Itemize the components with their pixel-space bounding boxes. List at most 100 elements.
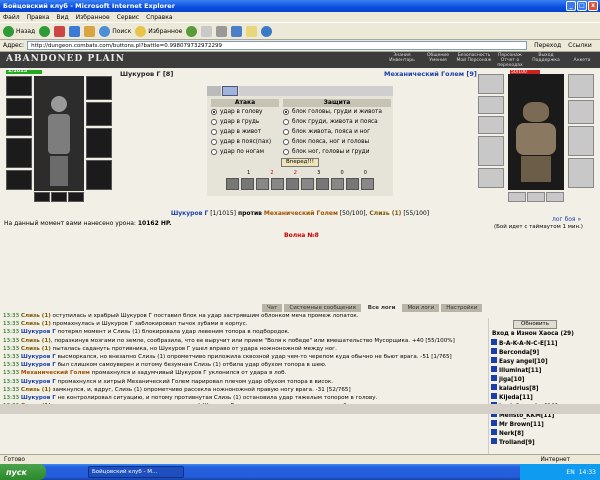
enemy-name[interactable]: Механический Голем [9] (384, 70, 477, 78)
favorites-button[interactable]: Избранное (135, 25, 182, 37)
trick-icon[interactable] (256, 178, 269, 190)
online-user[interactable]: B-A-K-A-N-C-E[11] (489, 339, 600, 348)
print-icon[interactable] (216, 25, 228, 37)
helmet-slot[interactable] (6, 76, 32, 96)
links-button[interactable]: Ссылки (568, 42, 592, 49)
defense-option-5[interactable]: блок ног, головы и груди (283, 147, 391, 157)
online-user[interactable]: Easy angel[10] (489, 357, 600, 366)
start-button[interactable]: пуск (0, 464, 46, 480)
menu-file[interactable]: Файл (3, 14, 20, 21)
stop-icon[interactable] (54, 25, 66, 37)
player-name[interactable]: Шукуров Г [8] (120, 70, 173, 78)
weapon-slot[interactable] (6, 118, 32, 136)
refresh-button[interactable]: Обновить (513, 320, 557, 329)
ring-slot[interactable] (68, 192, 84, 202)
nav-my-character[interactable]: Мой Персонаж (456, 58, 492, 68)
mail-icon[interactable] (201, 25, 213, 37)
online-user[interactable]: Nerk[8] (489, 429, 600, 438)
online-user[interactable]: kaladrius[8] (489, 384, 600, 393)
taskbar-ie-window[interactable]: Бойцовский клуб - M... (88, 466, 184, 478)
enemy-gloves-slot (568, 74, 594, 98)
online-user[interactable]: Illuminat[11] (489, 366, 600, 375)
trick-icon[interactable] (346, 178, 359, 190)
defense-option-1[interactable]: блок головы, груди и живота (283, 107, 391, 117)
clan-icon (491, 429, 497, 435)
menu-tools[interactable]: Сервис (117, 14, 139, 21)
maximize-button[interactable]: □ (577, 1, 587, 11)
armor-slot[interactable] (6, 138, 32, 168)
online-user[interactable]: jiga[10] (489, 375, 600, 384)
edit-icon[interactable] (231, 25, 243, 37)
back-button[interactable]: Назад (3, 25, 35, 37)
address-bar: Адрес: http://dungeon.combats.com/button… (0, 40, 600, 52)
menu-edit[interactable]: Правка (27, 14, 50, 21)
chat-input-bar[interactable] (0, 404, 600, 414)
trick-icon[interactable] (331, 178, 344, 190)
nav-support[interactable]: Поддержка (528, 58, 564, 68)
language-indicator[interactable]: EN (566, 469, 574, 476)
clan-icon (491, 357, 497, 363)
nav-profile[interactable]: Анкета (564, 58, 600, 68)
shield-slot[interactable] (86, 102, 112, 126)
attack-groin-option[interactable]: удар в пояс(пах) (211, 137, 279, 147)
counters-row: 122300 (247, 170, 367, 176)
attack-belly-option[interactable]: удар в живот (211, 127, 279, 137)
chat-line: 13:33 Шукуров Г был слишком самоуверен и… (3, 362, 327, 369)
gloves-slot[interactable] (86, 76, 112, 100)
trick-icon[interactable] (271, 178, 284, 190)
game-logo: ABANDONED PLAIN (6, 54, 125, 64)
battle-log-link[interactable]: лог боя » (552, 216, 581, 223)
trick-icon[interactable] (301, 178, 314, 190)
attack-go-button[interactable]: Вперед!!! (281, 158, 319, 167)
player-avatar[interactable] (34, 76, 84, 191)
chat-line: 13:33 Шукуров Г промахнулся и хитрый Мех… (3, 378, 334, 385)
online-user[interactable]: Kijeda[11] (489, 393, 600, 402)
menu-favorites[interactable]: Избранное (76, 14, 110, 21)
messenger-icon[interactable] (261, 25, 273, 37)
folder-icon[interactable] (246, 25, 258, 37)
online-user[interactable]: Berconda[9] (489, 348, 600, 357)
status-bar: Готово Интернет (0, 454, 600, 464)
belt-slot[interactable] (6, 170, 32, 190)
boots-slot[interactable] (86, 160, 112, 190)
ring-slot[interactable] (51, 192, 67, 202)
trick-icon[interactable] (226, 178, 239, 190)
attack-head-option[interactable]: удар в голову (211, 107, 279, 117)
trick-icon[interactable] (286, 178, 299, 190)
defense-option-4[interactable]: блок пояса, ног и головы (283, 137, 391, 147)
enemy-avatar: 50/100 (508, 70, 564, 190)
enemy-belt-slot (478, 168, 504, 188)
attack-legs-option[interactable]: удар по ногам (211, 147, 279, 157)
clan-icon (491, 366, 497, 372)
forward-arrow-icon[interactable] (39, 25, 51, 37)
enemy-ring-slot (508, 192, 526, 202)
minimize-button[interactable]: _ (566, 1, 576, 11)
trick-icon[interactable] (316, 178, 329, 190)
media-icon[interactable] (186, 25, 198, 37)
close-button[interactable]: x (588, 1, 598, 11)
defense-option-2[interactable]: блок груди, живота и пояса (283, 117, 391, 127)
chat-log[interactable]: 13:33 Слизь (1) оступилась и храбрый Шук… (0, 312, 488, 454)
nav-transitions[interactable]: Отчет о переходах (492, 58, 528, 68)
nav-skills[interactable]: Умения (420, 58, 456, 68)
address-input[interactable]: http://dungeon.combats.com/buttons.pl?ba… (27, 41, 528, 50)
ring-slot[interactable] (34, 192, 50, 202)
online-user[interactable]: Trolland[9] (489, 438, 600, 447)
go-button[interactable]: Переход (534, 42, 561, 49)
refresh-icon[interactable] (69, 25, 81, 37)
nav-inventory[interactable]: Инвентарь (384, 58, 420, 68)
search-button[interactable]: Поиск (99, 25, 131, 37)
radio-icon (283, 149, 289, 155)
second-weapon-slot[interactable] (86, 128, 112, 158)
home-icon[interactable] (84, 25, 96, 37)
menu-help[interactable]: Справка (146, 14, 172, 21)
trick-icon[interactable] (241, 178, 254, 190)
system-tray: EN 14:33 (520, 464, 600, 480)
necklace-slot[interactable] (6, 98, 32, 116)
defense-option-3[interactable]: блок живота, пояса и ног (283, 127, 391, 137)
attack-chest-option[interactable]: удар в грудь (211, 117, 279, 127)
effect-icon[interactable] (222, 86, 238, 96)
trick-icon[interactable] (361, 178, 374, 190)
online-user[interactable]: Mr Brown[11] (489, 420, 600, 429)
menu-view[interactable]: Вид (56, 14, 68, 21)
